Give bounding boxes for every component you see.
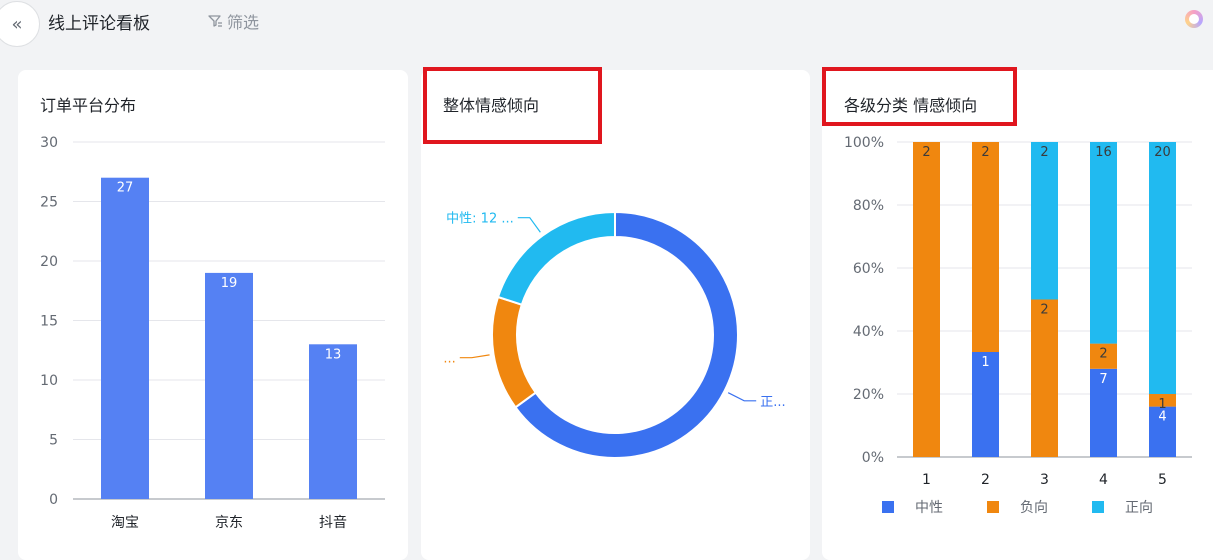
stacked-bar-segment bbox=[1090, 142, 1117, 344]
assistant-orb-icon[interactable] bbox=[1185, 10, 1203, 28]
leader-line bbox=[459, 354, 490, 359]
y-tick-label: 60% bbox=[853, 261, 884, 277]
filter-button[interactable]: 筛选 bbox=[207, 9, 259, 33]
y-tick-label: 20 bbox=[40, 254, 58, 270]
bar bbox=[205, 272, 253, 499]
x-tick-label: 4 bbox=[1099, 472, 1108, 488]
stacked-bar-segment bbox=[1149, 142, 1176, 394]
bar-value-label: 27 bbox=[117, 181, 134, 196]
segment-value-label: 2 bbox=[1040, 145, 1048, 160]
legend-label: 正向 bbox=[1125, 500, 1153, 516]
y-tick-label: 5 bbox=[49, 433, 58, 449]
segment-value-label: 2 bbox=[1040, 303, 1048, 318]
filter-label: 筛选 bbox=[227, 13, 260, 32]
slice-label: 正... bbox=[760, 395, 785, 410]
slice-label: ... bbox=[443, 352, 455, 367]
segment-value-label: 1 bbox=[1158, 397, 1166, 412]
legend-label: 负向 bbox=[1020, 500, 1048, 516]
y-tick-label: 40% bbox=[853, 324, 884, 340]
bar-value-label: 13 bbox=[325, 347, 342, 362]
y-tick-label: 25 bbox=[40, 195, 58, 211]
bar-value-label: 19 bbox=[221, 276, 238, 291]
y-tick-label: 15 bbox=[40, 314, 58, 330]
donut-slice bbox=[496, 210, 616, 306]
x-tick-label: 2 bbox=[981, 472, 990, 488]
x-tick-label: 京东 bbox=[215, 515, 243, 531]
leader-line bbox=[727, 392, 757, 402]
page-title: 线上评论看板 bbox=[48, 14, 150, 34]
stacked-bar-segment bbox=[913, 142, 940, 457]
double-chevron-left-icon[interactable]: « bbox=[0, 1, 40, 47]
donut-slice bbox=[491, 295, 538, 409]
sentiment-donut-chart: 正...... 中性: 12 ... bbox=[443, 210, 786, 459]
stacked-bar-segment bbox=[1031, 142, 1058, 300]
x-tick-label: 淘宝 bbox=[111, 515, 139, 531]
segment-value-label: 2 bbox=[981, 145, 989, 160]
y-tick-label: 0 bbox=[49, 492, 58, 508]
segment-value-label: 2 bbox=[922, 145, 930, 160]
legend-swatch bbox=[882, 501, 894, 513]
y-tick-label: 0% bbox=[862, 450, 884, 466]
category-sentiment-card: 各级分类 情感倾向 0% 20% 40% 60% 80% 100% 2 1 1 2 2 2 2 3 7 2 16… bbox=[822, 67, 1213, 560]
stacked-bar-segment bbox=[972, 142, 999, 352]
y-tick-label: 20% bbox=[853, 387, 884, 403]
top-bar: « 线上评论看板 筛选 bbox=[0, 0, 1213, 48]
x-tick-label: 5 bbox=[1158, 472, 1167, 488]
segment-value-label: 20 bbox=[1154, 145, 1171, 160]
platform-distribution-card: 订单平台分布 0 5 10 15 20 25 30 27 淘宝 19 京东 13 抖音 bbox=[18, 70, 408, 560]
segment-value-label: 16 bbox=[1095, 145, 1112, 160]
segment-value-label: 7 bbox=[1099, 372, 1107, 387]
segment-value-label: 1 bbox=[981, 355, 989, 370]
slice-label: 中性: 12 ... bbox=[446, 212, 514, 227]
y-tick-label: 30 bbox=[40, 135, 58, 151]
overall-sentiment-card: 整体情感倾向 正...... 中性: 12 ... bbox=[421, 67, 810, 560]
filter-icon bbox=[208, 15, 222, 27]
legend-swatch bbox=[1092, 501, 1104, 513]
legend-label: 中性 bbox=[915, 500, 943, 516]
legend-swatch bbox=[987, 501, 999, 513]
y-tick-label: 100% bbox=[844, 135, 884, 151]
bar bbox=[309, 344, 357, 499]
x-tick-label: 3 bbox=[1040, 472, 1049, 488]
x-tick-label: 1 bbox=[922, 472, 931, 488]
segment-value-label: 2 bbox=[1099, 347, 1107, 362]
stacked-bar-segment bbox=[1031, 299, 1058, 457]
leader-line bbox=[517, 217, 541, 233]
platform-bar-chart: 0 5 10 15 20 25 30 27 淘宝 19 京东 13 抖音 bbox=[40, 135, 385, 531]
bar bbox=[101, 177, 149, 499]
y-tick-label: 10 bbox=[40, 373, 58, 389]
category-stacked-chart: 0%20%40%60%80%100%211222237216441205中性 负向… bbox=[844, 135, 1192, 516]
x-tick-label: 抖音 bbox=[319, 514, 347, 531]
y-tick-label: 80% bbox=[853, 198, 884, 214]
